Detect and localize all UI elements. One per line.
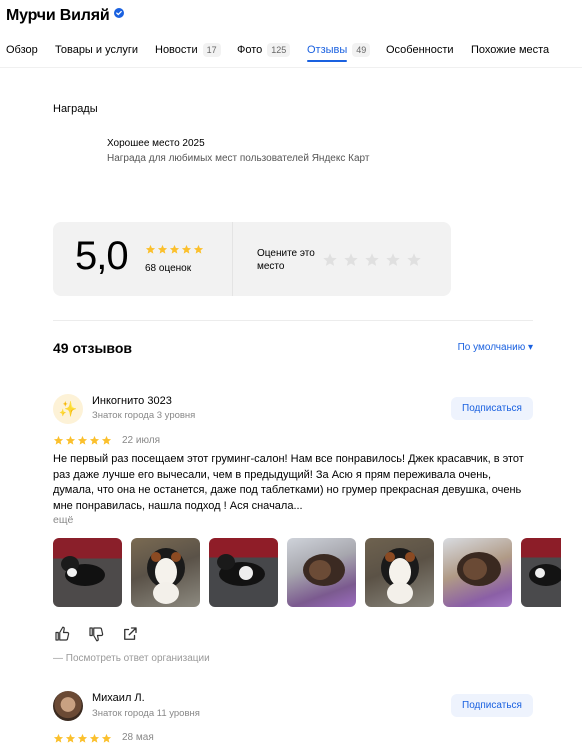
- section-divider: [53, 320, 533, 321]
- review-photo[interactable]: [521, 538, 561, 607]
- avatar[interactable]: ✨: [53, 394, 83, 424]
- subscribe-button[interactable]: Подписаться: [451, 694, 533, 717]
- star-filled-icon: [101, 733, 112, 743]
- avatar[interactable]: [53, 691, 83, 721]
- star-filled-icon: [65, 435, 76, 445]
- tab-count: 49: [352, 43, 371, 57]
- tab-count: 17: [202, 43, 221, 57]
- like-icon[interactable]: [53, 625, 71, 643]
- review-photo[interactable]: [443, 538, 512, 607]
- tab-bar: Обзор Товары и услуги Новости 17 Фото 12…: [0, 42, 582, 68]
- rate-star-icon[interactable]: [406, 252, 422, 268]
- reviews-count: 49 отзывов: [53, 340, 133, 356]
- rating-count: 68 оценок: [145, 263, 192, 274]
- subscribe-button[interactable]: Подписаться: [451, 397, 533, 420]
- review-photo[interactable]: [365, 538, 434, 607]
- review-author[interactable]: Михаил Л.: [92, 692, 145, 704]
- rate-stars-input: [322, 252, 422, 268]
- rate-prompt: Оцените это место: [257, 248, 315, 272]
- rate-star-icon[interactable]: [364, 252, 380, 268]
- tab-label: Товары и услуги: [55, 44, 139, 56]
- review-stars: [53, 435, 112, 446]
- tab-similar-places[interactable]: Похожие места: [471, 42, 549, 58]
- verified-badge-icon: [113, 8, 124, 18]
- place-header: Мурчи Виляй: [6, 7, 124, 25]
- review-text: Не первый раз посещаем этот груминг-сало…: [53, 453, 524, 512]
- star-filled-icon: [157, 244, 168, 254]
- review-date: 28 мая: [122, 732, 154, 743]
- review-date: 22 июля: [122, 435, 161, 446]
- star-filled-icon: [53, 435, 64, 445]
- rating-card: 5,0 68 оценок Оцените это место: [53, 222, 451, 296]
- tab-photos[interactable]: Фото 125: [237, 42, 291, 58]
- tab-count: 125: [267, 43, 291, 57]
- star-filled-icon: [193, 244, 204, 254]
- rate-star-icon[interactable]: [385, 252, 401, 268]
- tab-label: Похожие места: [471, 44, 550, 56]
- rating-value: 5,0: [75, 234, 129, 278]
- award-title[interactable]: Хорошее место 2025: [107, 138, 205, 149]
- sort-dropdown[interactable]: По умолчанию ▾: [458, 342, 533, 353]
- review-stars: [53, 733, 112, 744]
- star-filled-icon: [169, 244, 180, 254]
- organization-answer-link[interactable]: — Посмотреть ответ организации: [53, 653, 210, 664]
- star-filled-icon: [145, 244, 156, 254]
- rating-stars: [145, 244, 204, 255]
- tab-label: Обзор: [6, 44, 38, 56]
- tab-label: Новости: [155, 44, 198, 56]
- tab-reviews[interactable]: Отзывы 49: [307, 42, 371, 58]
- tab-news[interactable]: Новости 17: [155, 42, 221, 58]
- star-filled-icon: [65, 733, 76, 743]
- review-photo[interactable]: [287, 538, 356, 607]
- rate-star-icon[interactable]: [343, 252, 359, 268]
- tab-features[interactable]: Особенности: [386, 42, 454, 58]
- award-subtitle: Награда для любимых мест пользователей Я…: [107, 153, 370, 164]
- review-photo[interactable]: [209, 538, 278, 607]
- share-icon[interactable]: [121, 625, 139, 643]
- tab-label: Особенности: [386, 44, 454, 56]
- review-photo[interactable]: [131, 538, 200, 607]
- star-filled-icon: [181, 244, 192, 254]
- star-filled-icon: [77, 435, 88, 445]
- star-filled-icon: [101, 435, 112, 445]
- dislike-icon[interactable]: [87, 625, 105, 643]
- active-tab-indicator: [307, 60, 347, 62]
- tab-label: Отзывы: [307, 44, 348, 56]
- page-title: Мурчи Виляй: [6, 7, 110, 24]
- rate-star-icon[interactable]: [322, 252, 338, 268]
- sparkle-icon: ✨: [58, 401, 78, 418]
- awards-heading: Награды: [53, 103, 98, 115]
- review-author-level: Знаток города 3 уровня: [92, 410, 196, 421]
- review-author[interactable]: Инкогнито 3023: [92, 395, 172, 407]
- read-more-link[interactable]: ещё: [53, 514, 73, 526]
- review-author-level: Знаток города 11 уровня: [92, 708, 200, 719]
- star-filled-icon: [77, 733, 88, 743]
- tab-overview[interactable]: Обзор: [6, 42, 38, 58]
- tab-label: Фото: [237, 44, 263, 56]
- review-photo[interactable]: [53, 538, 122, 607]
- star-filled-icon: [89, 733, 100, 743]
- review-actions: [53, 625, 139, 643]
- card-divider: [232, 222, 233, 296]
- star-filled-icon: [89, 435, 100, 445]
- review-photos: [53, 538, 561, 607]
- tab-goods-services[interactable]: Товары и услуги: [55, 42, 138, 58]
- star-filled-icon: [53, 733, 64, 743]
